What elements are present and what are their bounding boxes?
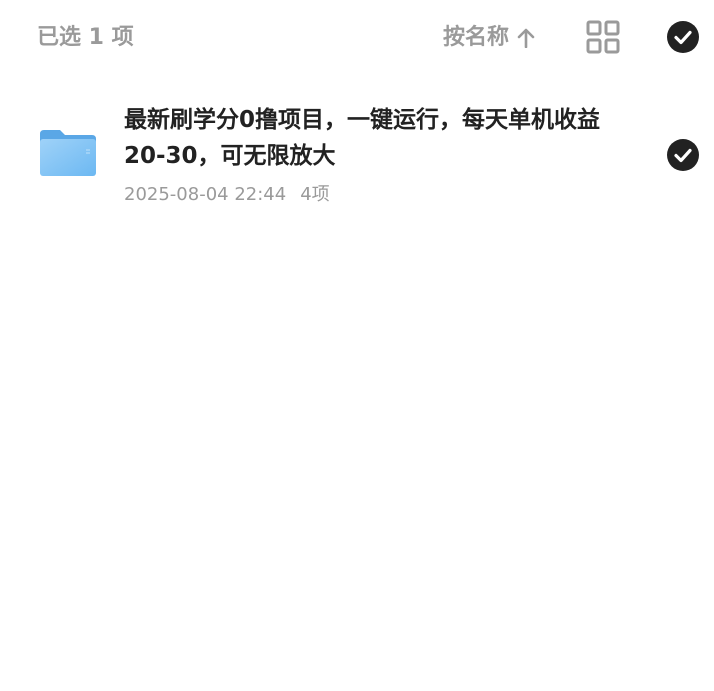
- sort-by-name-button[interactable]: 按名称: [443, 22, 535, 54]
- arrow-up-icon: [517, 28, 535, 48]
- item-selected-check-icon[interactable]: [667, 139, 699, 171]
- sort-label: 按名称: [443, 25, 510, 50]
- file-meta: 2025-08-04 22:44 4项: [124, 182, 330, 208]
- select-all-check-icon[interactable]: [667, 21, 699, 53]
- selected-count-label: 已选 1 项: [37, 25, 134, 50]
- file-item-count: 4项: [300, 184, 330, 205]
- grid-view-icon[interactable]: [586, 20, 620, 54]
- selection-toolbar: 已选 1 项 按名称: [0, 0, 714, 76]
- file-list-item[interactable]: 最新刷学分0撸项目，一键运行，每天单机收益20-30，可无限放大 2025-08…: [0, 96, 714, 220]
- folder-icon: [40, 130, 96, 176]
- file-name: 最新刷学分0撸项目，一键运行，每天单机收益20-30，可无限放大: [124, 107, 601, 169]
- file-date: 2025-08-04 22:44: [124, 184, 287, 205]
